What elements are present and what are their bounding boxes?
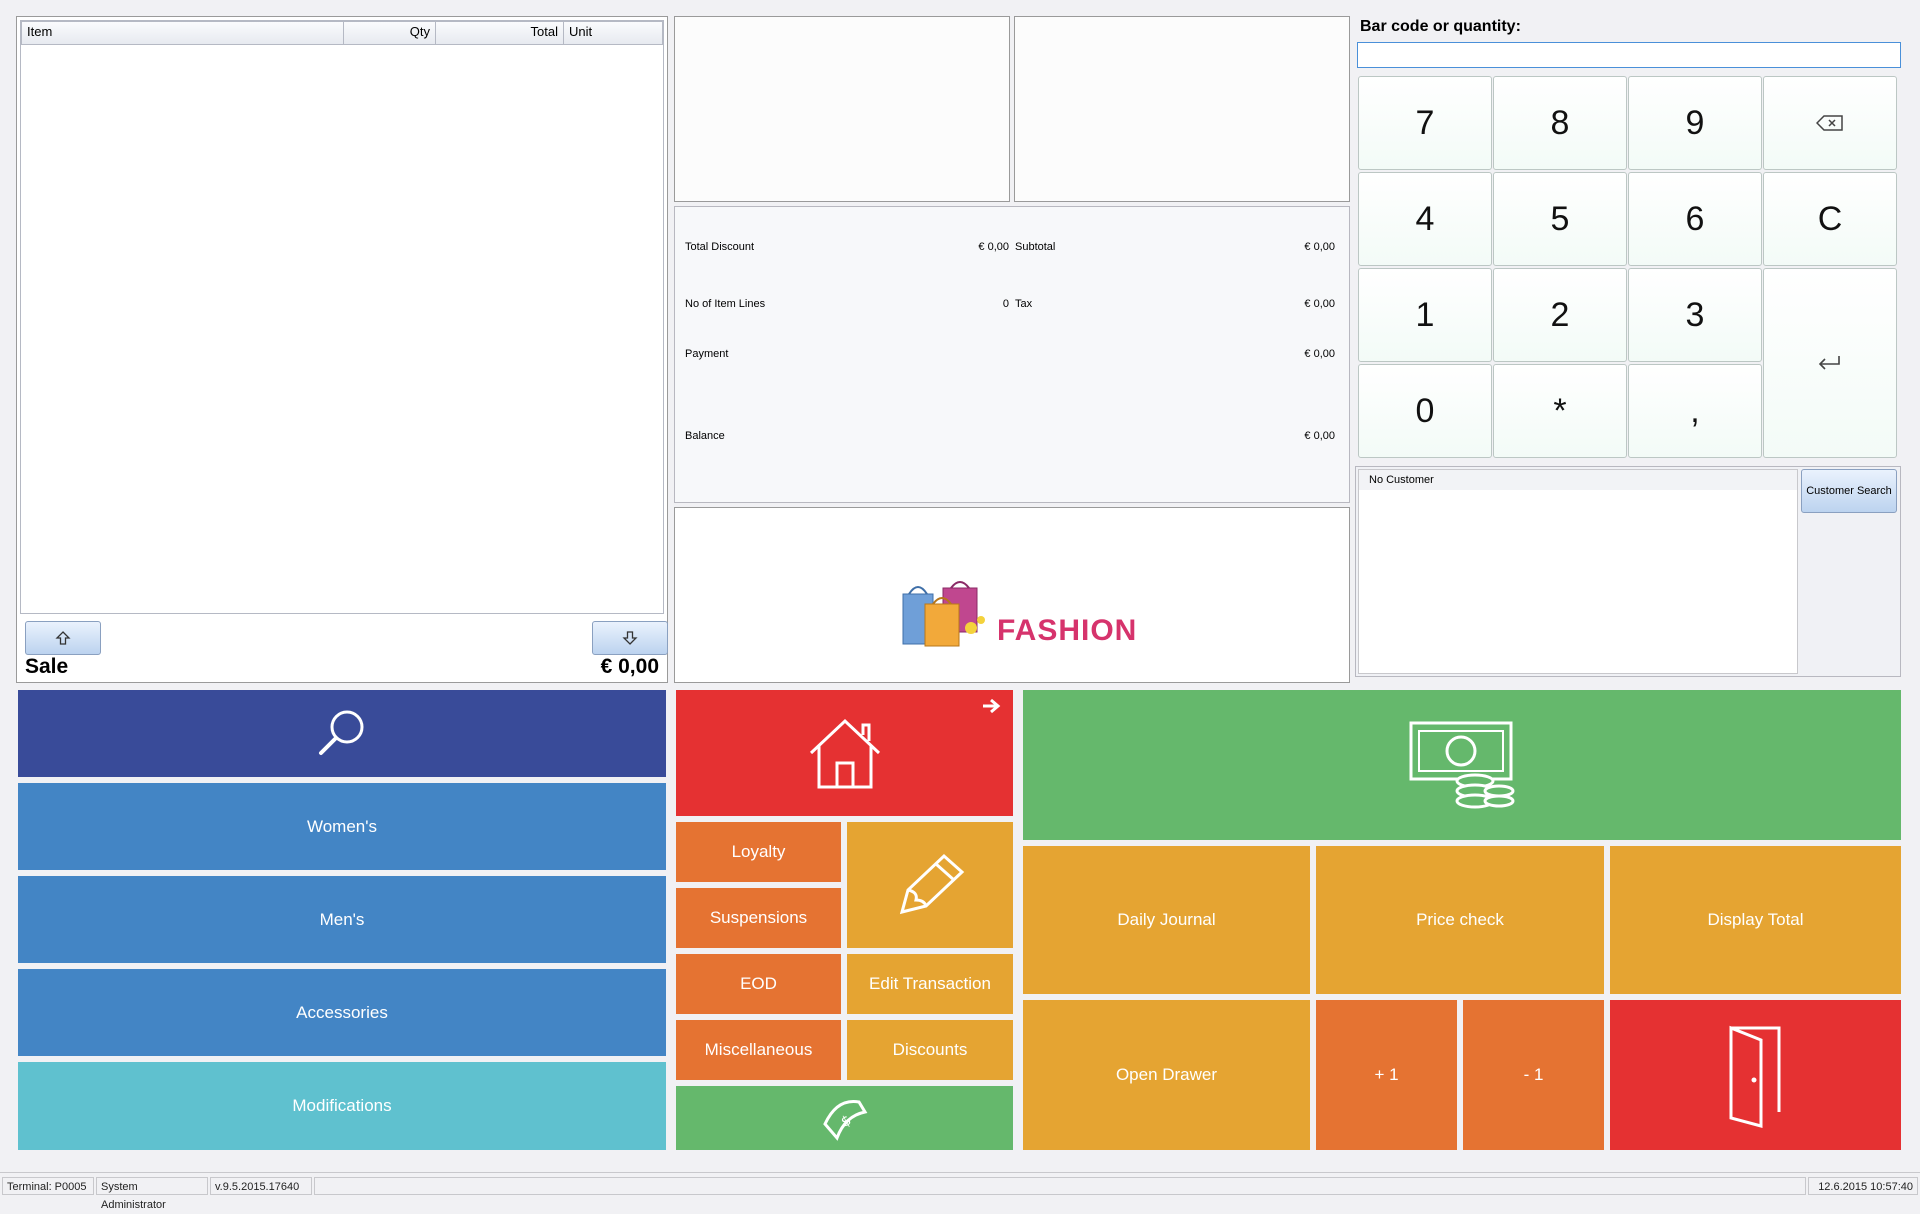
status-terminal: Terminal: P0005 [2, 1177, 94, 1195]
column-header-total[interactable]: Total [436, 22, 564, 44]
money-coins-icon [1409, 721, 1515, 809]
loyalty-tile[interactable]: Loyalty [676, 822, 841, 882]
status-user: System Administrator [96, 1177, 208, 1211]
column-header-unit[interactable]: Unit [564, 22, 662, 44]
tax-label: Tax [1015, 298, 1033, 310]
key-5[interactable]: 5 [1493, 172, 1627, 266]
edit-tile[interactable] [847, 822, 1013, 948]
cash-tile[interactable]: $ [676, 1086, 1013, 1150]
key-2[interactable]: 2 [1493, 268, 1627, 362]
subtotal-value: € 0,00 [1304, 241, 1335, 253]
key-comma[interactable]: , [1628, 364, 1762, 458]
customer-info-box: No Customer [1358, 469, 1798, 674]
payment-value: € 0,00 [1304, 348, 1335, 360]
customer-header: No Customer [1359, 470, 1797, 490]
sale-amount: € 0,00 [600, 655, 659, 678]
subtotal-label: Subtotal [1015, 241, 1056, 253]
barcode-label: Bar code or quantity: [1360, 18, 1521, 35]
total-discount-row: Total Discount € 0,00 [685, 241, 1009, 253]
logo-panel: FASHION [674, 507, 1350, 683]
key-8[interactable]: 8 [1493, 76, 1627, 170]
pencil-icon [899, 853, 965, 915]
enter-key[interactable] [1763, 268, 1897, 458]
miscellaneous-tile[interactable]: Miscellaneous [676, 1020, 841, 1080]
scroll-down-button[interactable] [592, 621, 668, 655]
backspace-key[interactable] [1763, 76, 1897, 170]
key-9[interactable]: 9 [1628, 76, 1762, 170]
daily-journal-tile[interactable]: Daily Journal [1023, 846, 1310, 994]
price-check-tile[interactable]: Price check [1316, 846, 1604, 994]
tax-row: Tax € 0,00 [1015, 298, 1335, 310]
arrow-down-icon [622, 631, 638, 645]
status-bar: Terminal: P0005 System Administrator v.9… [0, 1172, 1920, 1211]
exit-tile[interactable] [1610, 1000, 1901, 1150]
payment-label: Payment [685, 348, 729, 360]
door-exit-icon [1729, 1025, 1780, 1128]
display-total-tile[interactable]: Display Total [1610, 846, 1901, 994]
search-tile[interactable] [18, 690, 666, 777]
key-4[interactable]: 4 [1358, 172, 1492, 266]
total-discount-label: Total Discount [685, 241, 755, 253]
column-header-qty[interactable]: Qty [344, 22, 436, 44]
totals-panel: Total Discount € 0,00 Subtotal € 0,00 No… [674, 206, 1350, 503]
total-discount-value: € 0,00 [978, 241, 1009, 253]
cash-icon: $ [822, 1099, 867, 1141]
suspensions-tile[interactable]: Suspensions [676, 888, 841, 948]
receipt-grid-header: Item Qty Total Unit [21, 21, 663, 45]
item-lines-row: No of Item Lines 0 [685, 298, 1009, 310]
enter-icon [1818, 356, 1840, 370]
arrow-right-icon[interactable] [981, 698, 1001, 714]
receipt-grid[interactable]: Item Qty Total Unit [20, 20, 664, 614]
home-tile[interactable] [676, 690, 1013, 816]
shopping-bags-icon [902, 581, 985, 647]
eod-tile[interactable]: EOD [676, 954, 841, 1014]
open-drawer-tile[interactable]: Open Drawer [1023, 1000, 1310, 1150]
minus-one-tile[interactable]: - 1 [1463, 1000, 1604, 1150]
balance-label: Balance [685, 430, 725, 442]
status-spacer [314, 1177, 1806, 1195]
logo-text: FASHION [997, 614, 1138, 647]
arrow-up-icon [55, 631, 71, 645]
key-star[interactable]: * [1493, 364, 1627, 458]
status-datetime: 12.6.2015 10:57:40 [1808, 1177, 1918, 1195]
payment-tile[interactable] [1023, 690, 1901, 840]
customer-search-button[interactable]: Customer Search [1801, 469, 1897, 513]
home-icon [809, 718, 880, 789]
tax-value: € 0,00 [1304, 298, 1335, 310]
customer-panel: No Customer Customer Search [1355, 466, 1901, 677]
column-header-item[interactable]: Item [22, 22, 344, 44]
mens-tile[interactable]: Men's [18, 876, 666, 963]
womens-tile[interactable]: Women's [18, 783, 666, 870]
key-7[interactable]: 7 [1358, 76, 1492, 170]
key-0[interactable]: 0 [1358, 364, 1492, 458]
item-lines-value: 0 [1002, 298, 1009, 310]
scroll-up-button[interactable] [25, 621, 101, 655]
modifications-tile[interactable]: Modifications [18, 1062, 666, 1150]
plus-one-tile[interactable]: + 1 [1316, 1000, 1457, 1150]
backspace-icon [1816, 115, 1843, 131]
balance-row: Balance € 0,00 [685, 430, 1335, 442]
item-image-panel [674, 16, 1010, 202]
payment-row: Payment € 0,00 [685, 348, 1335, 360]
accessories-tile[interactable]: Accessories [18, 969, 666, 1056]
item-lines-label: No of Item Lines [685, 298, 766, 310]
key-6[interactable]: 6 [1628, 172, 1762, 266]
balance-value: € 0,00 [1304, 430, 1335, 442]
receipt-panel: Item Qty Total Unit Sale € 0,00 [16, 16, 668, 683]
key-1[interactable]: 1 [1358, 268, 1492, 362]
sale-label: Sale [25, 655, 69, 678]
status-version: v.9.5.2015.17640 [210, 1177, 312, 1195]
subtotal-row: Subtotal € 0,00 [1015, 241, 1335, 253]
discounts-tile[interactable]: Discounts [847, 1020, 1013, 1080]
search-icon [319, 710, 364, 755]
key-3[interactable]: 3 [1628, 268, 1762, 362]
edit-transaction-tile[interactable]: Edit Transaction [847, 954, 1013, 1014]
barcode-input[interactable] [1357, 42, 1901, 68]
clear-key[interactable]: C [1763, 172, 1897, 266]
customer-image-panel [1014, 16, 1350, 202]
